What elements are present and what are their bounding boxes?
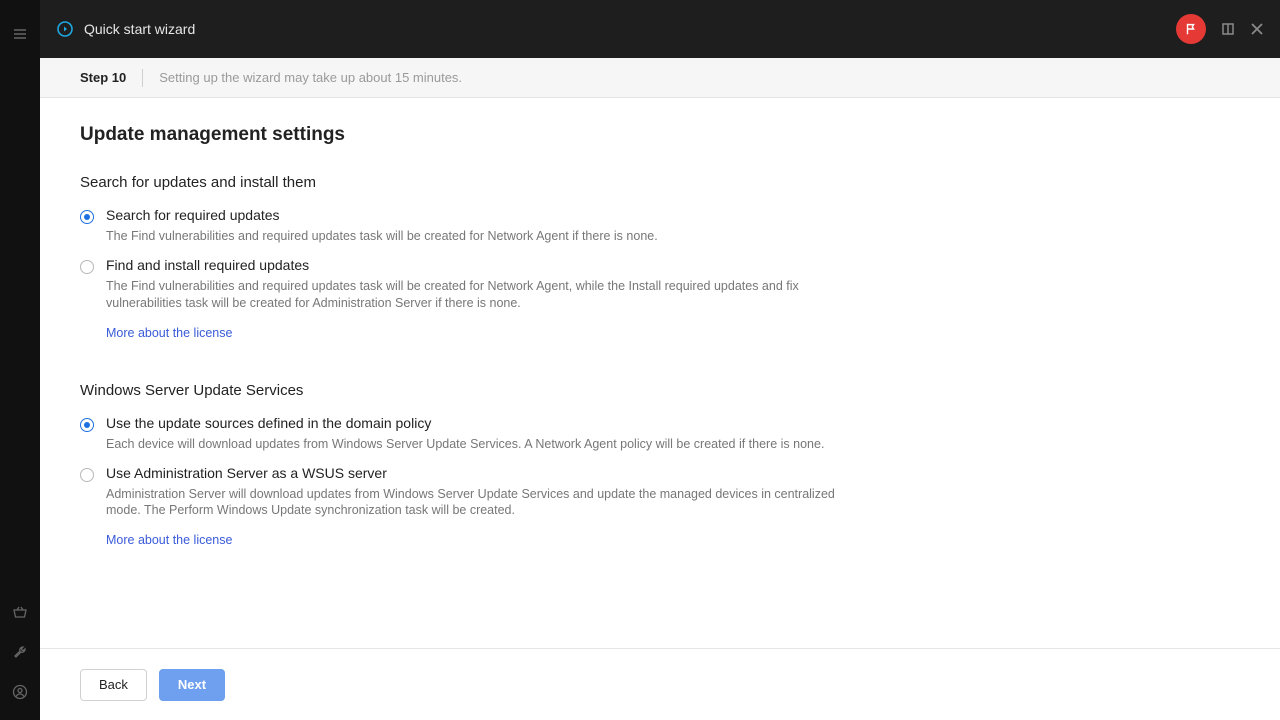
radio-dot bbox=[80, 210, 94, 224]
radio-label: Use Administration Server as a WSUS serv… bbox=[106, 465, 387, 481]
radio-label: Search for required updates bbox=[106, 207, 280, 223]
close-icon[interactable] bbox=[1250, 22, 1264, 36]
back-button[interactable]: Back bbox=[80, 669, 147, 701]
play-circle-icon bbox=[56, 20, 74, 38]
radio-dot bbox=[80, 418, 94, 432]
license-link-1[interactable]: More about the license bbox=[106, 326, 232, 340]
bookmark-icon[interactable] bbox=[1220, 21, 1236, 37]
main-panel: Quick start wizard Step 10 Setting up th… bbox=[40, 0, 1280, 720]
section-title-search: Search for updates and install them bbox=[80, 174, 1240, 191]
radio-dot bbox=[80, 468, 94, 482]
option-desc: Each device will download updates from W… bbox=[106, 436, 866, 453]
left-rail bbox=[0, 0, 40, 720]
section-title-wsus: Windows Server Update Services bbox=[80, 382, 1240, 399]
radio-domain-policy[interactable]: Use the update sources defined in the do… bbox=[80, 415, 1240, 432]
basket-icon[interactable] bbox=[0, 592, 40, 632]
radio-label: Use the update sources defined in the do… bbox=[106, 415, 431, 431]
radio-dot bbox=[80, 260, 94, 274]
radio-admin-wsus[interactable]: Use Administration Server as a WSUS serv… bbox=[80, 465, 1240, 482]
wrench-icon[interactable] bbox=[0, 632, 40, 672]
footer: Back Next bbox=[40, 648, 1280, 720]
radio-find-install[interactable]: Find and install required updates bbox=[80, 257, 1240, 274]
radio-search-required[interactable]: Search for required updates bbox=[80, 207, 1240, 224]
option-desc: The Find vulnerabilities and required up… bbox=[106, 228, 866, 245]
next-button[interactable]: Next bbox=[159, 669, 225, 701]
flag-button[interactable] bbox=[1176, 14, 1206, 44]
option-desc: Administration Server will download upda… bbox=[106, 486, 866, 520]
page-title: Quick start wizard bbox=[84, 21, 195, 37]
topbar: Quick start wizard bbox=[40, 0, 1280, 58]
step-label: Step 10 bbox=[80, 70, 126, 85]
step-divider bbox=[142, 69, 143, 87]
step-hint: Setting up the wizard may take up about … bbox=[159, 70, 462, 85]
page-heading: Update management settings bbox=[80, 124, 1240, 146]
account-icon[interactable] bbox=[0, 672, 40, 712]
option-desc: The Find vulnerabilities and required up… bbox=[106, 278, 866, 312]
step-bar: Step 10 Setting up the wizard may take u… bbox=[40, 58, 1280, 98]
license-link-2[interactable]: More about the license bbox=[106, 533, 232, 547]
hamburger-icon[interactable] bbox=[0, 14, 40, 54]
content-area: Update management settings Search for up… bbox=[40, 98, 1280, 648]
radio-label: Find and install required updates bbox=[106, 257, 309, 273]
